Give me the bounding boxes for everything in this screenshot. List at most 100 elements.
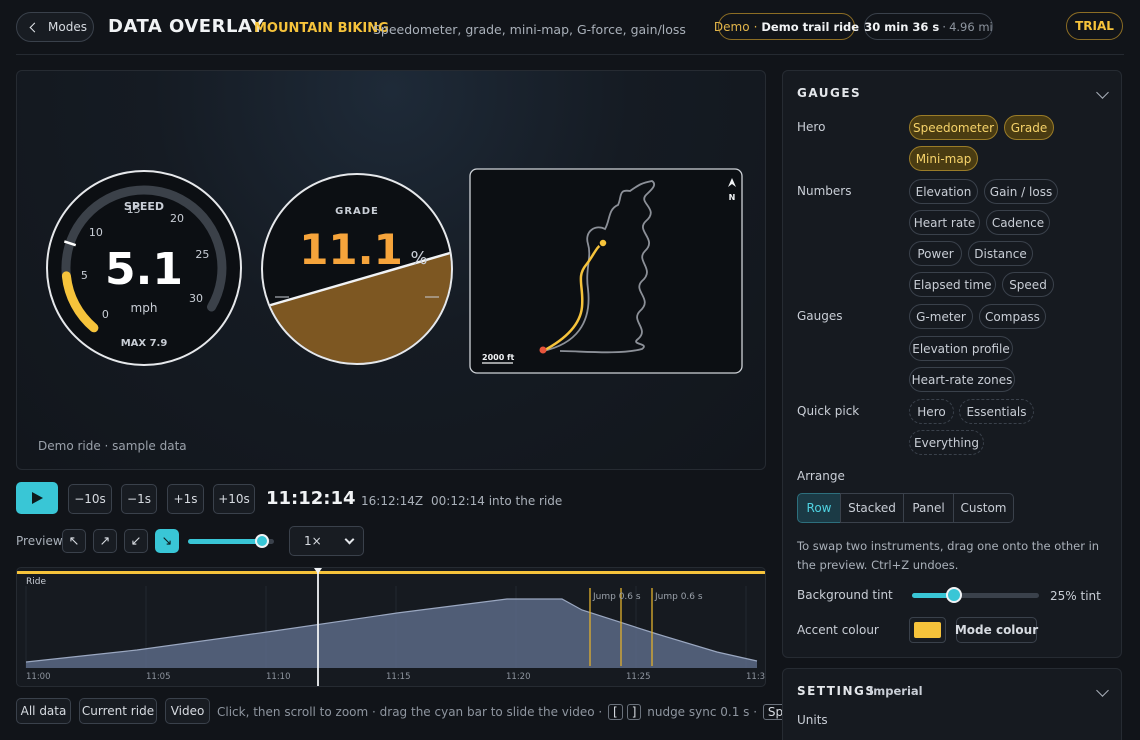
corner-bottom-right-button[interactable]: ↘ <box>155 529 179 553</box>
grade-value: 11.1 <box>299 225 403 274</box>
background-tint-label: Background tint <box>797 588 893 602</box>
chevron-left-icon <box>29 22 40 32</box>
hero-label: Hero <box>797 120 826 134</box>
utc-time: 16:12:14Z <box>361 494 424 508</box>
corner-bottom-left-button[interactable]: ↙ <box>124 529 148 553</box>
speedometer-gauge[interactable]: 051015202530 SPEED 5.1 mph MAX 7.9 <box>46 170 242 366</box>
arrange-stacked[interactable]: Stacked <box>840 493 904 523</box>
chip-speedometer[interactable]: Speedometer <box>909 115 998 140</box>
units-summary: Imperial <box>869 684 923 698</box>
overlay-preview[interactable]: 0 5 10 15 20 25 30 SPEED 5.1 mph MAX 7.9 GRADE… <box>16 70 766 470</box>
tick-label: 11:10 <box>266 672 291 682</box>
ride-duration: 30 min 36 s <box>864 19 940 34</box>
tick-label: 11:00 <box>26 672 51 682</box>
quick-pick-hero[interactable]: Hero <box>909 399 954 424</box>
minimap[interactable]: N 2000 ft <box>469 168 743 374</box>
trial-badge[interactable]: TRIAL <box>1066 12 1123 40</box>
playback-speed-select[interactable]: 1× <box>289 526 364 556</box>
chip-cadence[interactable]: Cadence <box>986 210 1050 235</box>
modes-label: Modes <box>48 20 87 34</box>
ride-offset: 00:12:14 into the ride <box>431 494 563 508</box>
chip-heart-rate-zones[interactable]: Heart-rate zones <box>909 367 1015 392</box>
gauges-title: GAUGES <box>797 86 862 100</box>
chevron-down-icon <box>344 534 355 544</box>
chip-g-meter[interactable]: G-meter <box>909 304 973 329</box>
speed-label: SPEED <box>124 200 164 213</box>
modes-back-button[interactable]: Modes <box>16 12 94 42</box>
chip-heart-rate[interactable]: Heart rate <box>909 210 980 235</box>
preview-canvas: 051015202530 SPEED 5.1 mph MAX 7.9 GRADE… <box>46 168 743 389</box>
corner-top-left-button[interactable]: ↖ <box>62 529 86 553</box>
tick-label: 11:25 <box>626 672 651 682</box>
header-divider <box>16 54 1124 55</box>
map-scale-label: 2000 ft <box>482 353 515 362</box>
chip-elevation-profile[interactable]: Elevation profile <box>909 336 1013 361</box>
chip-grade[interactable]: Grade <box>1004 115 1054 140</box>
background-tint-value: 25% tint <box>1050 589 1101 603</box>
page-title: DATA OVERLAY <box>108 16 265 37</box>
current-time: 11:12:14 <box>266 488 356 509</box>
overlay-size-slider-handle[interactable] <box>255 534 269 548</box>
chip-elapsed-time[interactable]: Elapsed time <box>909 272 996 297</box>
jump-label: Jump 0.6 s <box>592 592 641 602</box>
chip-compass[interactable]: Compass <box>979 304 1046 329</box>
speed-value: 5.1 <box>105 244 183 295</box>
position-marker <box>598 238 608 248</box>
chip-mini-map[interactable]: Mini-map <box>909 146 978 171</box>
seek-forward-1s-button[interactable]: +1s <box>167 484 204 514</box>
ride-track-label: Ride <box>26 577 46 587</box>
gauges-label: Gauges <box>797 309 843 323</box>
numbers-label: Numbers <box>797 184 852 198</box>
corner-top-right-button[interactable]: ↗ <box>93 529 117 553</box>
all-data-button[interactable]: All data <box>16 698 71 724</box>
play-button[interactable] <box>16 482 58 514</box>
speed-tick-label: 10 <box>89 226 103 239</box>
arrange-label: Arrange <box>797 469 845 483</box>
timeline-tick-labels: 11:00 11:05 11:10 11:15 11:20 11:25 11:3… <box>26 672 765 682</box>
grade-label: GRADE <box>335 206 379 217</box>
arrange-custom[interactable]: Custom <box>953 493 1014 523</box>
ride-timeline[interactable]: Ride Jump 0.6 s Jump 0.6 s 11:00 11:05 1… <box>16 567 766 687</box>
background-tint-slider-handle[interactable] <box>946 587 962 603</box>
settings-panel: SETTINGS Imperial Units <box>782 668 1122 740</box>
timeline-hint: Click, then scroll to zoom · drag the cy… <box>217 704 841 720</box>
collapse-chevron-icon[interactable] <box>1096 684 1109 697</box>
grade-gauge[interactable]: GRADE 11.1 % <box>257 173 457 389</box>
sport-label: MOUNTAIN BIKING <box>254 21 389 36</box>
key-close-bracket: ] <box>626 704 642 720</box>
chip-distance[interactable]: Distance <box>968 241 1033 266</box>
speed-tick-label: 0 <box>102 308 109 321</box>
start-marker <box>539 346 547 354</box>
chip-elevation[interactable]: Elevation <box>909 179 978 204</box>
tick-label: 11:20 <box>506 672 531 682</box>
preview-position-label: Preview <box>16 534 63 548</box>
tick-label: 11:05 <box>146 672 171 682</box>
speed-tick-label: 5 <box>81 269 88 282</box>
seek-back-10s-button[interactable]: −10s <box>68 484 112 514</box>
seek-back-1s-button[interactable]: −1s <box>121 484 157 514</box>
arrange-panel[interactable]: Panel <box>903 493 954 523</box>
jump-label: Jump 0.6 s <box>654 592 703 602</box>
video-button[interactable]: Video <box>165 698 210 724</box>
timeline-canvas: Ride Jump 0.6 s Jump 0.6 s 11:00 11:05 1… <box>17 568 765 686</box>
accent-colour-fill <box>914 622 941 638</box>
playback-speed-value: 1× <box>304 534 322 548</box>
page-subtitle: Speedometer, grade, mini-map, G-force, g… <box>373 22 686 37</box>
preview-caption: Demo ride · sample data <box>38 439 187 453</box>
speed-unit: mph <box>131 301 158 315</box>
play-icon <box>32 492 43 504</box>
ride-distance: 4.96 mi <box>949 19 993 34</box>
seek-forward-10s-button[interactable]: +10s <box>213 484 255 514</box>
chip-speed[interactable]: Speed <box>1002 272 1054 297</box>
chip-power[interactable]: Power <box>909 241 962 266</box>
mode-colour-button[interactable]: Mode colour <box>955 617 1038 643</box>
chip-gain-loss[interactable]: Gain / loss <box>984 179 1058 204</box>
demo-ride-pill[interactable]: Demo · Demo trail ride <box>714 13 859 40</box>
arrange-row[interactable]: Row <box>797 493 841 523</box>
current-ride-button[interactable]: Current ride <box>79 698 157 724</box>
swap-instructions: To swap two instruments, drag one onto t… <box>797 539 1100 572</box>
quick-pick-everything[interactable]: Everything <box>909 430 984 455</box>
overlay-size-slider-fill <box>188 539 262 544</box>
quick-pick-essentials[interactable]: Essentials <box>959 399 1034 424</box>
collapse-chevron-icon[interactable] <box>1096 86 1109 99</box>
